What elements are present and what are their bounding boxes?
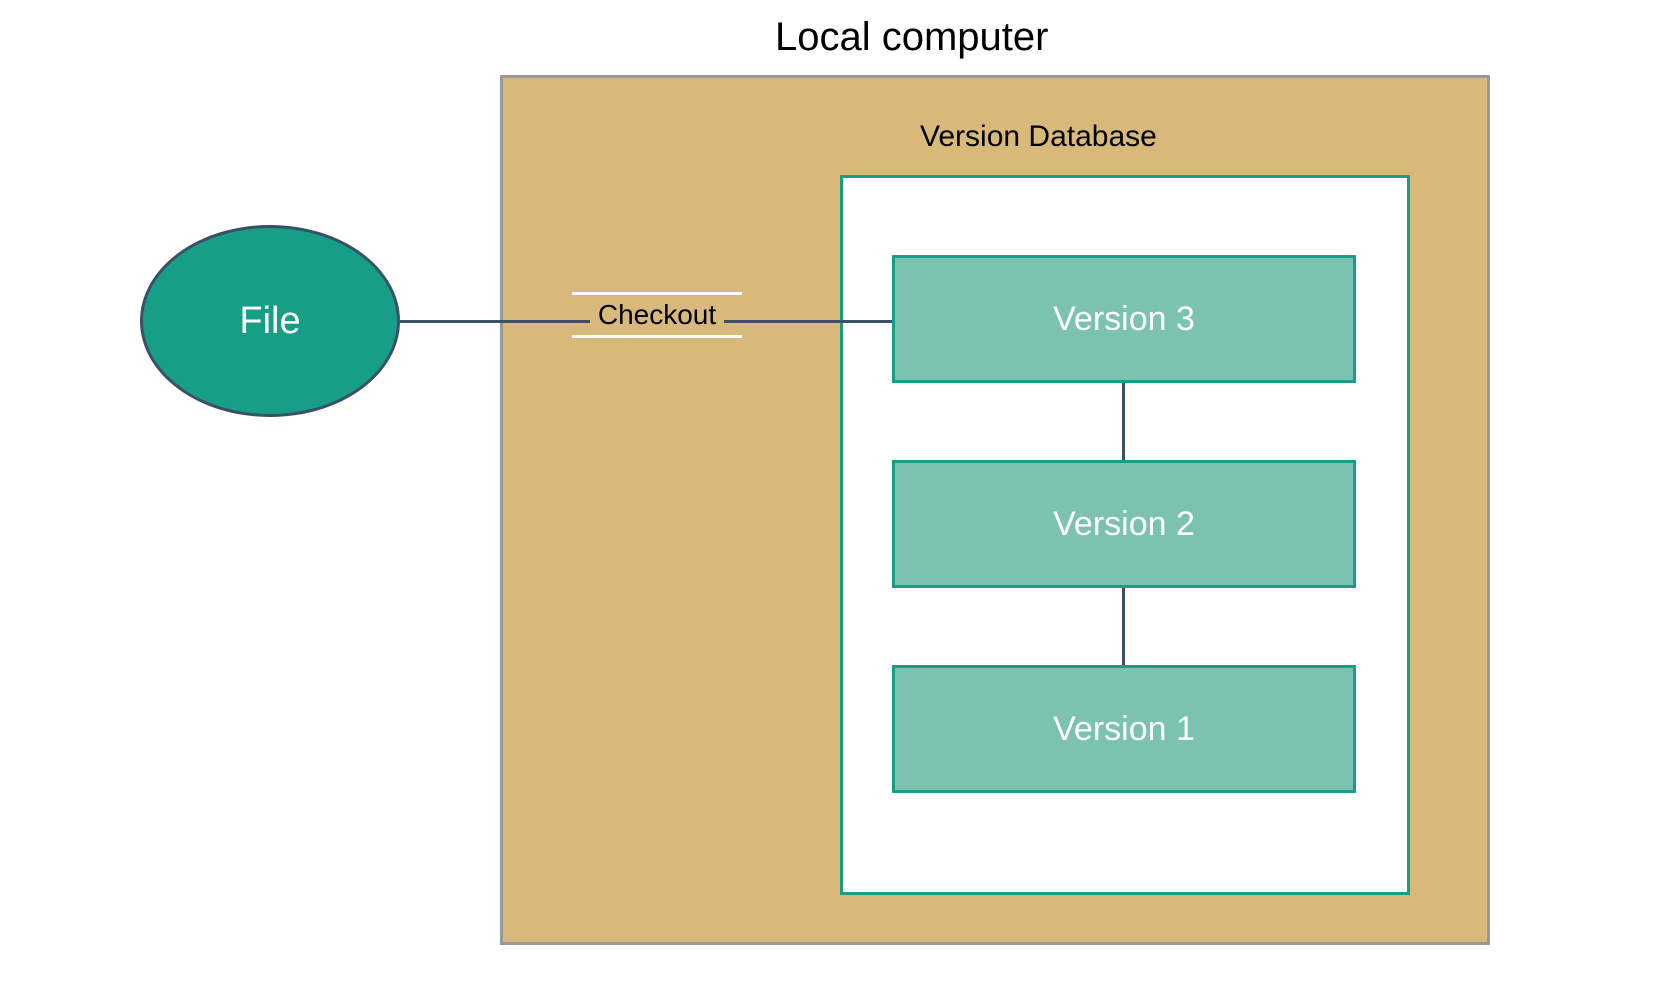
connector-v2-v1 xyxy=(1122,588,1125,665)
version-2-box: Version 2 xyxy=(892,460,1356,588)
checkout-label-wrap: Checkout xyxy=(572,292,742,338)
checkout-label: Checkout xyxy=(590,299,724,331)
file-ellipse: File xyxy=(140,225,400,417)
version-2-label: Version 2 xyxy=(1053,505,1195,544)
version-1-label: Version 1 xyxy=(1053,710,1195,749)
connector-v3-v2 xyxy=(1122,383,1125,460)
checkout-bottom-bar xyxy=(572,335,742,338)
version-3-label: Version 3 xyxy=(1053,300,1195,339)
version-3-box: Version 3 xyxy=(892,255,1356,383)
version-1-box: Version 1 xyxy=(892,665,1356,793)
version-database-label: Version Database xyxy=(920,120,1157,154)
file-label: File xyxy=(239,300,300,343)
checkout-top-bar xyxy=(572,292,742,295)
diagram-title: Local computer xyxy=(775,15,1048,60)
